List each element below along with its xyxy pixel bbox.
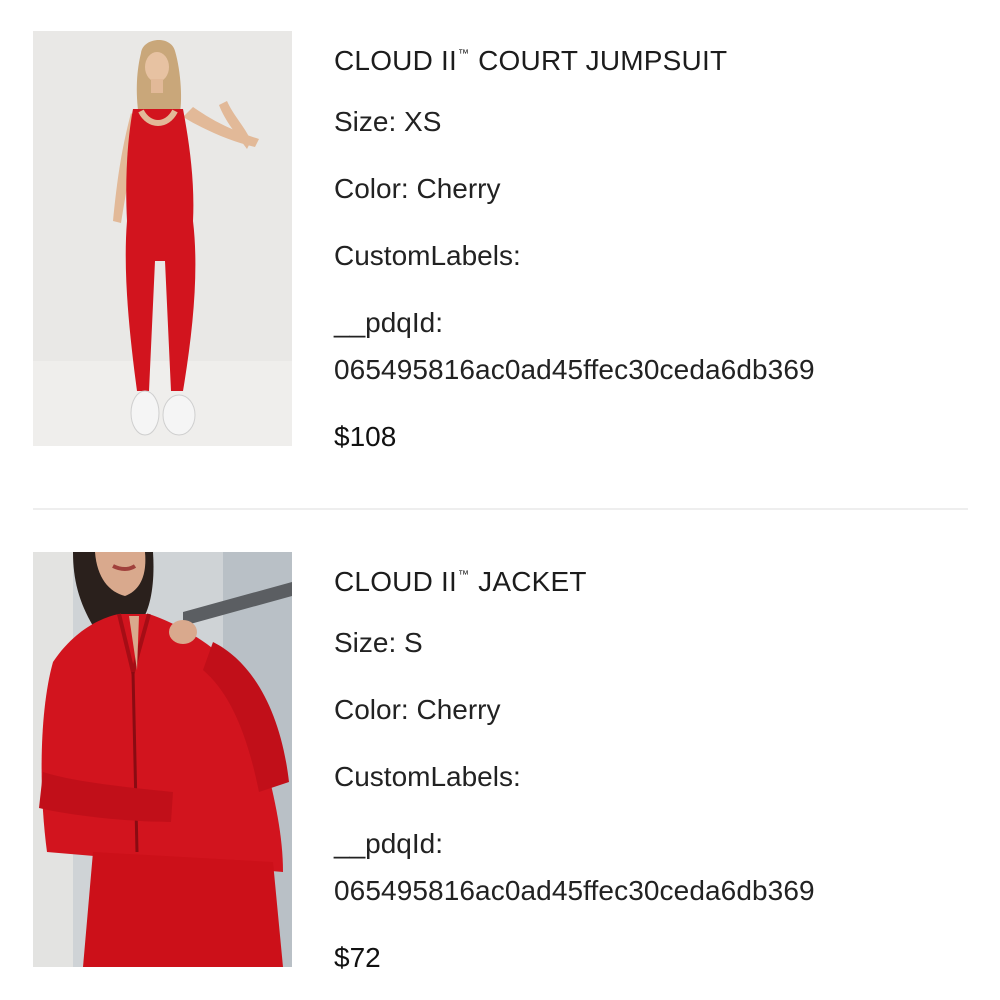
trademark-symbol: ™ — [457, 48, 470, 60]
product-price: $72 — [334, 942, 381, 973]
product-title-main: CLOUD II — [334, 45, 457, 76]
cart-item: CLOUD II™ JACKET Size: S Color: Cherry C… — [0, 521, 1000, 981]
product-details: CLOUD II™ COURT JUMPSUIT Size: XS Color:… — [334, 36, 974, 455]
product-title-main: CLOUD II — [334, 566, 457, 597]
product-details: CLOUD II™ JACKET Size: S Color: Cherry C… — [334, 557, 974, 976]
product-custom-labels: CustomLabels: — [334, 761, 521, 792]
product-pdq-value: 065495816ac0ad45ffec30ceda6db369 — [334, 875, 815, 906]
product-pdq-key: __pdqId: — [334, 828, 443, 859]
product-image[interactable] — [33, 31, 292, 446]
product-size: Size: S — [334, 627, 423, 658]
product-size: Size: XS — [334, 106, 442, 137]
cart-item: CLOUD II™ COURT JUMPSUIT Size: XS Color:… — [0, 0, 1000, 460]
cart-item-list: CLOUD II™ COURT JUMPSUIT Size: XS Color:… — [0, 0, 1000, 1000]
product-title[interactable]: CLOUD II™ COURT JUMPSUIT — [334, 36, 974, 76]
product-price: $108 — [334, 421, 397, 452]
product-title-rest: JACKET — [470, 566, 587, 597]
product-pdq-value: 065495816ac0ad45ffec30ceda6db369 — [334, 354, 815, 385]
product-image[interactable] — [33, 552, 292, 967]
product-title-rest: COURT JUMPSUIT — [470, 45, 728, 76]
product-color: Color: Cherry — [334, 173, 501, 204]
product-photo-jacket-icon — [33, 552, 292, 967]
product-photo-jumpsuit-icon — [33, 31, 292, 446]
trademark-symbol: ™ — [457, 569, 470, 581]
product-color: Color: Cherry — [334, 694, 501, 725]
item-divider — [33, 508, 968, 510]
product-custom-labels: CustomLabels: — [334, 240, 521, 271]
product-title[interactable]: CLOUD II™ JACKET — [334, 557, 974, 597]
product-pdq-key: __pdqId: — [334, 307, 443, 338]
